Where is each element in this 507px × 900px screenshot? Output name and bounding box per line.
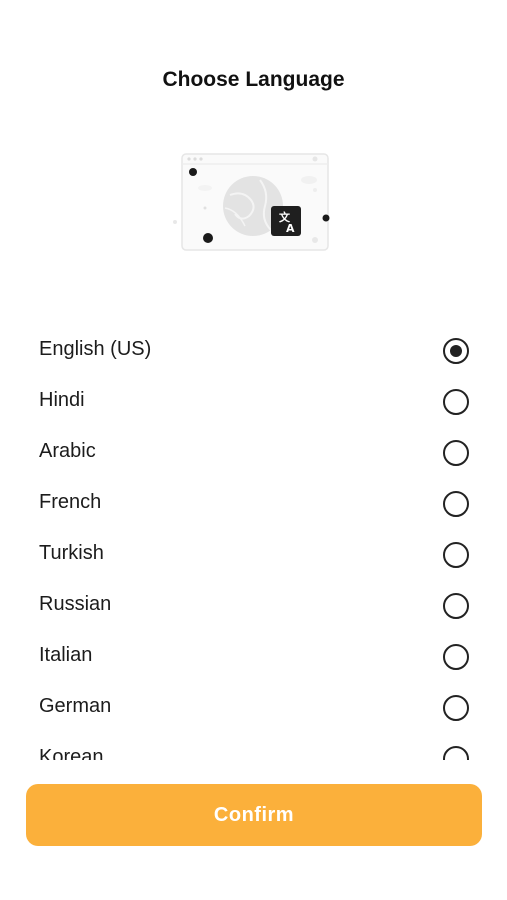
radio-unselected-icon[interactable] xyxy=(443,440,469,466)
language-option-french[interactable]: French xyxy=(0,479,507,530)
svg-text:A: A xyxy=(286,222,295,235)
language-label: Turkish xyxy=(39,542,104,564)
language-label: Korean xyxy=(39,746,104,760)
language-label: Arabic xyxy=(39,440,96,462)
page-title: Choose Language xyxy=(162,68,345,91)
confirm-button[interactable]: Confirm xyxy=(26,784,482,846)
radio-dot xyxy=(450,345,462,357)
radio-unselected-icon[interactable] xyxy=(443,695,469,721)
language-label: German xyxy=(39,695,112,717)
language-option-english-us[interactable]: English (US) xyxy=(0,326,507,377)
language-label: Hindi xyxy=(39,389,85,411)
language-option-russian[interactable]: Russian xyxy=(0,581,507,632)
choose-language-screen: Choose Language 文 A English (US) Hindi A… xyxy=(0,0,507,900)
radio-unselected-icon[interactable] xyxy=(443,389,469,415)
radio-unselected-icon[interactable] xyxy=(443,746,469,760)
language-option-korean[interactable]: Korean xyxy=(0,734,507,760)
language-label: French xyxy=(39,491,102,513)
language-option-arabic[interactable]: Arabic xyxy=(0,428,507,479)
language-option-hindi[interactable]: Hindi xyxy=(0,377,507,428)
language-label: English (US) xyxy=(39,338,152,360)
radio-selected-icon[interactable] xyxy=(443,338,469,364)
radio-unselected-icon[interactable] xyxy=(443,644,469,670)
translate-globe-illustration-icon: 文 A xyxy=(165,150,335,260)
radio-unselected-icon[interactable] xyxy=(443,491,469,517)
language-option-turkish[interactable]: Turkish xyxy=(0,530,507,581)
language-label: Russian xyxy=(39,593,112,615)
language-label: Italian xyxy=(39,644,93,666)
language-option-italian[interactable]: Italian xyxy=(0,632,507,683)
language-list[interactable]: English (US) Hindi Arabic French Turkish… xyxy=(0,326,507,760)
language-option-german[interactable]: German xyxy=(0,683,507,734)
radio-unselected-icon[interactable] xyxy=(443,593,469,619)
radio-unselected-icon[interactable] xyxy=(443,542,469,568)
